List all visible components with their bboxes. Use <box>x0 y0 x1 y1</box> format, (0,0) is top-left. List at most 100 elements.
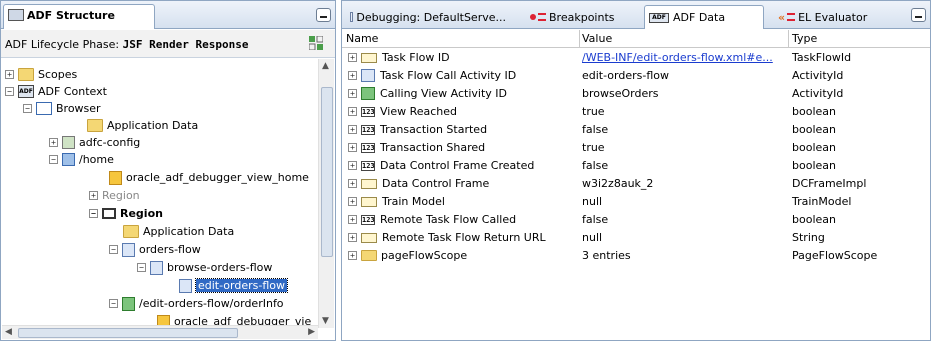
tree-node-edit-orders-orderinfo[interactable]: − /edit-orders-flow/orderInfo <box>109 295 284 312</box>
table-row[interactable]: + Task Flow Call Activity ID edit-orders-f… <box>342 67 930 84</box>
tree-node-orders-flow[interactable]: − orders-flow <box>109 241 201 258</box>
collapse-toggle[interactable]: − <box>5 87 14 96</box>
collapse-toggle[interactable]: − <box>49 155 58 164</box>
collapse-toggle[interactable]: − <box>23 104 32 113</box>
tree-node-adfc-config[interactable]: + adfc-config <box>49 134 140 151</box>
tree-node-label: Scopes <box>38 68 78 81</box>
row-value-link[interactable]: /WEB-INF/edit-orders-flow.xml#e... <box>582 51 773 64</box>
collapse-toggle[interactable]: − <box>109 299 118 308</box>
tree-node-label: oracle_adf_debugger_view_home <box>126 171 309 184</box>
name-cell: + Task Flow ID <box>348 51 450 64</box>
folder-icon <box>87 119 103 132</box>
tree-node-region[interactable]: − Region <box>89 205 163 222</box>
expand-toggle[interactable]: + <box>348 215 357 224</box>
collapse-toggle[interactable]: − <box>137 263 146 272</box>
tree-node-region-application-data[interactable]: Application Data <box>123 223 234 240</box>
scroll-left-icon[interactable]: ◀ <box>5 327 12 337</box>
tree-node-browse-orders-flow[interactable]: − browse-orders-flow <box>137 259 272 276</box>
name-cell: + Train Model <box>348 195 445 208</box>
browser-icon <box>36 102 52 115</box>
minimize-button[interactable] <box>911 8 926 22</box>
table-row[interactable]: + Task Flow ID/WEB-INF/edit-orders-flow.x… <box>342 49 930 66</box>
type-cell: boolean <box>792 159 836 172</box>
tab-breakpoints[interactable]: Breakpoints <box>526 7 636 27</box>
table-row[interactable]: +123 Transaction Shared true boolean <box>342 139 930 156</box>
expand-toggle[interactable]: + <box>348 179 357 188</box>
value-cell: 3 entries <box>582 249 631 262</box>
tree-node-browser[interactable]: − Browser <box>23 100 101 117</box>
row-type: String <box>792 231 825 244</box>
view-icon <box>109 170 122 185</box>
tab-adf-structure[interactable]: ADF Structure <box>3 4 155 29</box>
sync-icon[interactable] <box>309 36 323 50</box>
tree-node-label: orders-flow <box>139 243 201 256</box>
type-cell: PageFlowScope <box>792 249 877 262</box>
tree-node-adf-context[interactable]: − ADF ADF Context <box>5 83 107 100</box>
scroll-down-icon[interactable]: ▼ <box>322 316 329 326</box>
column-header-type[interactable]: Type <box>792 32 817 45</box>
taskflow-icon <box>122 242 135 257</box>
column-separator[interactable] <box>579 30 580 48</box>
expand-toggle[interactable]: + <box>348 53 357 62</box>
scrollbar-thumb[interactable] <box>321 87 333 257</box>
table-row[interactable]: +123 Data Control Frame Created false boole… <box>342 157 930 174</box>
column-header-name[interactable]: Name <box>346 32 378 45</box>
scrollbar-thumb[interactable] <box>18 328 238 338</box>
minimize-button[interactable] <box>316 8 331 22</box>
tree-node-scopes[interactable]: + Scopes <box>5 66 77 83</box>
table-row[interactable]: + Train Model null TrainModel <box>342 193 930 210</box>
expand-toggle[interactable]: + <box>89 191 98 200</box>
expand-toggle[interactable]: + <box>348 107 357 116</box>
expand-toggle[interactable]: + <box>348 251 357 260</box>
column-separator[interactable] <box>788 30 789 48</box>
phase-label: ADF Lifecycle Phase: <box>5 38 120 51</box>
row-value: null <box>582 195 603 208</box>
tab-el-evaluator[interactable]: « EL Evaluator <box>774 7 884 27</box>
expand-toggle[interactable]: + <box>348 71 357 80</box>
expand-toggle[interactable]: + <box>348 233 357 242</box>
object-icon <box>361 232 377 243</box>
table-row[interactable]: +123 View Reached true boolean <box>342 103 930 120</box>
name-cell: +123 View Reached <box>348 105 457 118</box>
vertical-scrollbar[interactable]: ▲ ▼ <box>318 59 334 328</box>
table-row[interactable]: +123 Remote Task Flow Called false boolean <box>342 211 930 228</box>
tab-debugging[interactable]: Debugging: DefaultServe... <box>346 7 510 27</box>
adf-data-panel: Debugging: DefaultServe... Breakpoints A… <box>341 0 931 341</box>
value-cell: null <box>582 195 602 208</box>
row-name: Data Control Frame <box>382 177 490 190</box>
expand-toggle[interactable]: + <box>348 125 357 134</box>
expand-toggle[interactable]: + <box>5 70 14 79</box>
collapse-toggle[interactable]: − <box>89 209 98 218</box>
type-cell: ActivityId <box>792 87 843 100</box>
scroll-up-icon[interactable]: ▲ <box>322 61 329 71</box>
table-row[interactable]: + pageFlowScope 3 entries PageFlowScope <box>342 247 930 264</box>
collapse-toggle[interactable]: − <box>109 245 118 254</box>
expand-toggle[interactable]: + <box>348 143 357 152</box>
value-cell: true <box>582 105 605 118</box>
tree-node-label: browse-orders-flow <box>167 261 273 274</box>
tree-node-edit-orders-flow[interactable]: edit-orders-flow <box>179 277 288 294</box>
table-row[interactable]: +123 Transaction Started false boolean <box>342 121 930 138</box>
row-name: Calling View Activity ID <box>380 87 507 100</box>
tree-node-region-collapsed[interactable]: + Region <box>89 187 140 204</box>
expand-toggle[interactable]: + <box>49 138 58 147</box>
tab-adf-data[interactable]: ADF ADF Data <box>644 5 764 29</box>
folder-icon <box>361 250 377 261</box>
123-icon: 123 <box>361 142 375 153</box>
table-row[interactable]: + Remote Task Flow Return URL null String <box>342 229 930 246</box>
tree-node-application-data[interactable]: Application Data <box>87 117 198 134</box>
expand-toggle[interactable]: + <box>348 161 357 170</box>
table-row[interactable]: + Data Control Frame w3i2z8auk_2 DCFrameImp… <box>342 175 930 192</box>
tree-node-view-home[interactable]: oracle_adf_debugger_view_home <box>109 169 309 186</box>
table-row[interactable]: + Calling View Activity ID browseOrders Act… <box>342 85 930 102</box>
type-cell: boolean <box>792 141 836 154</box>
tree-node-home[interactable]: − /home <box>49 151 114 168</box>
123-icon: 123 <box>361 124 375 135</box>
expand-toggle[interactable]: + <box>348 89 357 98</box>
value-cell[interactable]: /WEB-INF/edit-orders-flow.xml#e... <box>582 51 773 64</box>
expand-toggle[interactable]: + <box>348 197 357 206</box>
scroll-right-icon[interactable]: ▶ <box>308 327 315 337</box>
column-header-value[interactable]: Value <box>582 32 612 45</box>
row-value: browseOrders <box>582 87 659 100</box>
horizontal-scrollbar[interactable]: ◀ ▶ <box>2 325 318 339</box>
